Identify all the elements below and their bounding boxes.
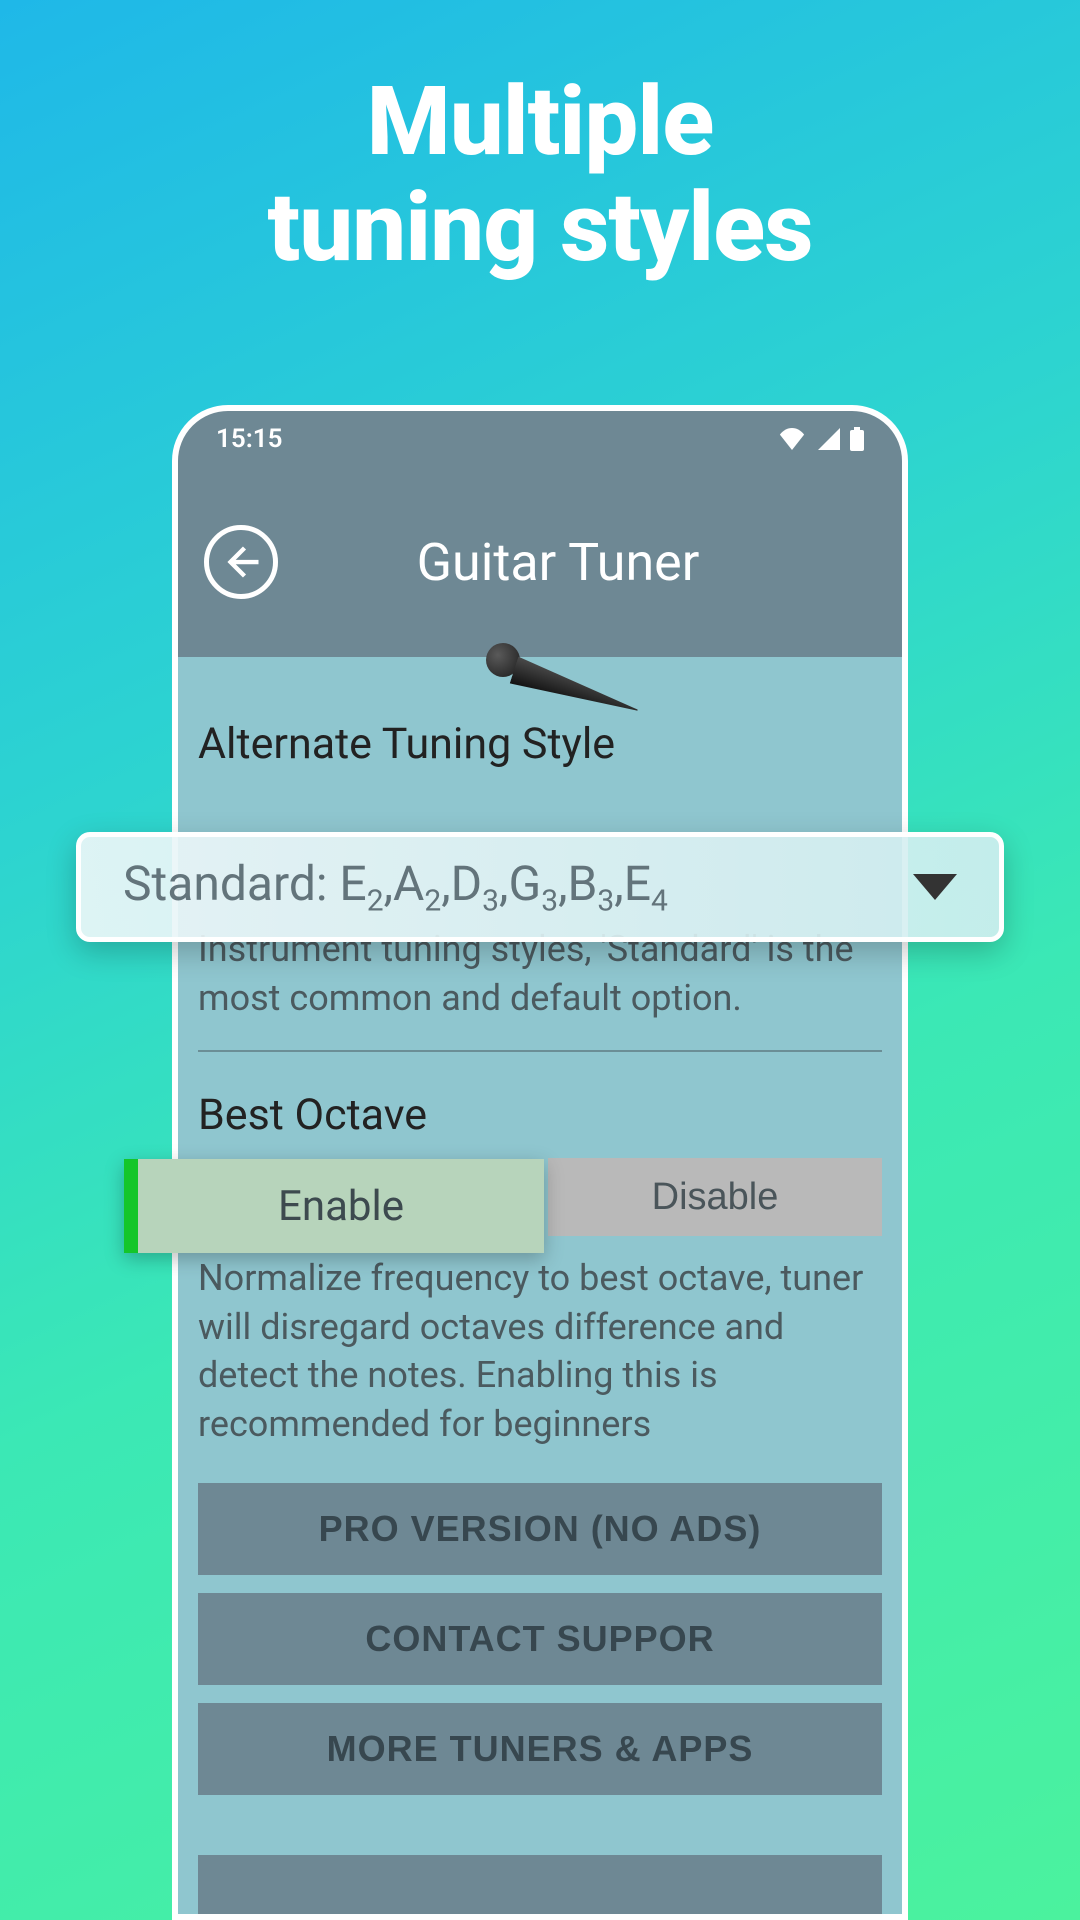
divider bbox=[198, 1050, 882, 1052]
enable-button[interactable]: Enable bbox=[124, 1159, 544, 1253]
promo-heading: Multiple tuning styles bbox=[0, 0, 1080, 281]
promo-line-2: tuning styles bbox=[0, 176, 1080, 282]
tuner-needle bbox=[486, 643, 520, 677]
page-title: Guitar Tuner bbox=[314, 532, 802, 593]
tuning-style-label: Alternate Tuning Style bbox=[198, 719, 882, 769]
status-bar: 15:15 bbox=[178, 411, 902, 467]
status-icons bbox=[778, 427, 864, 451]
chevron-down-icon bbox=[913, 874, 957, 900]
best-octave-description: Normalize frequency to best octave, tune… bbox=[198, 1254, 882, 1448]
tuning-style-dropdown[interactable]: Standard: E2,A2,D3,G3,B3,E4 bbox=[76, 832, 1004, 942]
bottom-panel bbox=[198, 1855, 882, 1920]
status-time: 15:15 bbox=[216, 424, 283, 454]
best-octave-label: Best Octave bbox=[198, 1090, 882, 1140]
tuning-style-selected: Standard: E2,A2,D3,G3,B3,E4 bbox=[123, 855, 668, 919]
signal-icon bbox=[816, 428, 840, 450]
disable-button[interactable]: Disable bbox=[548, 1158, 882, 1236]
wifi-icon bbox=[778, 428, 806, 450]
more-apps-button[interactable]: MORE TUNERS & APPS bbox=[198, 1703, 882, 1795]
back-button[interactable] bbox=[204, 525, 278, 599]
arrow-left-icon bbox=[220, 541, 262, 583]
promo-line-1: Multiple bbox=[0, 70, 1080, 176]
app-header: Guitar Tuner bbox=[178, 467, 902, 657]
contact-support-button[interactable]: CONTACT SUPPOR bbox=[198, 1593, 882, 1685]
battery-icon bbox=[850, 427, 864, 451]
pro-version-button[interactable]: PRO VERSION (NO ADS) bbox=[198, 1483, 882, 1575]
